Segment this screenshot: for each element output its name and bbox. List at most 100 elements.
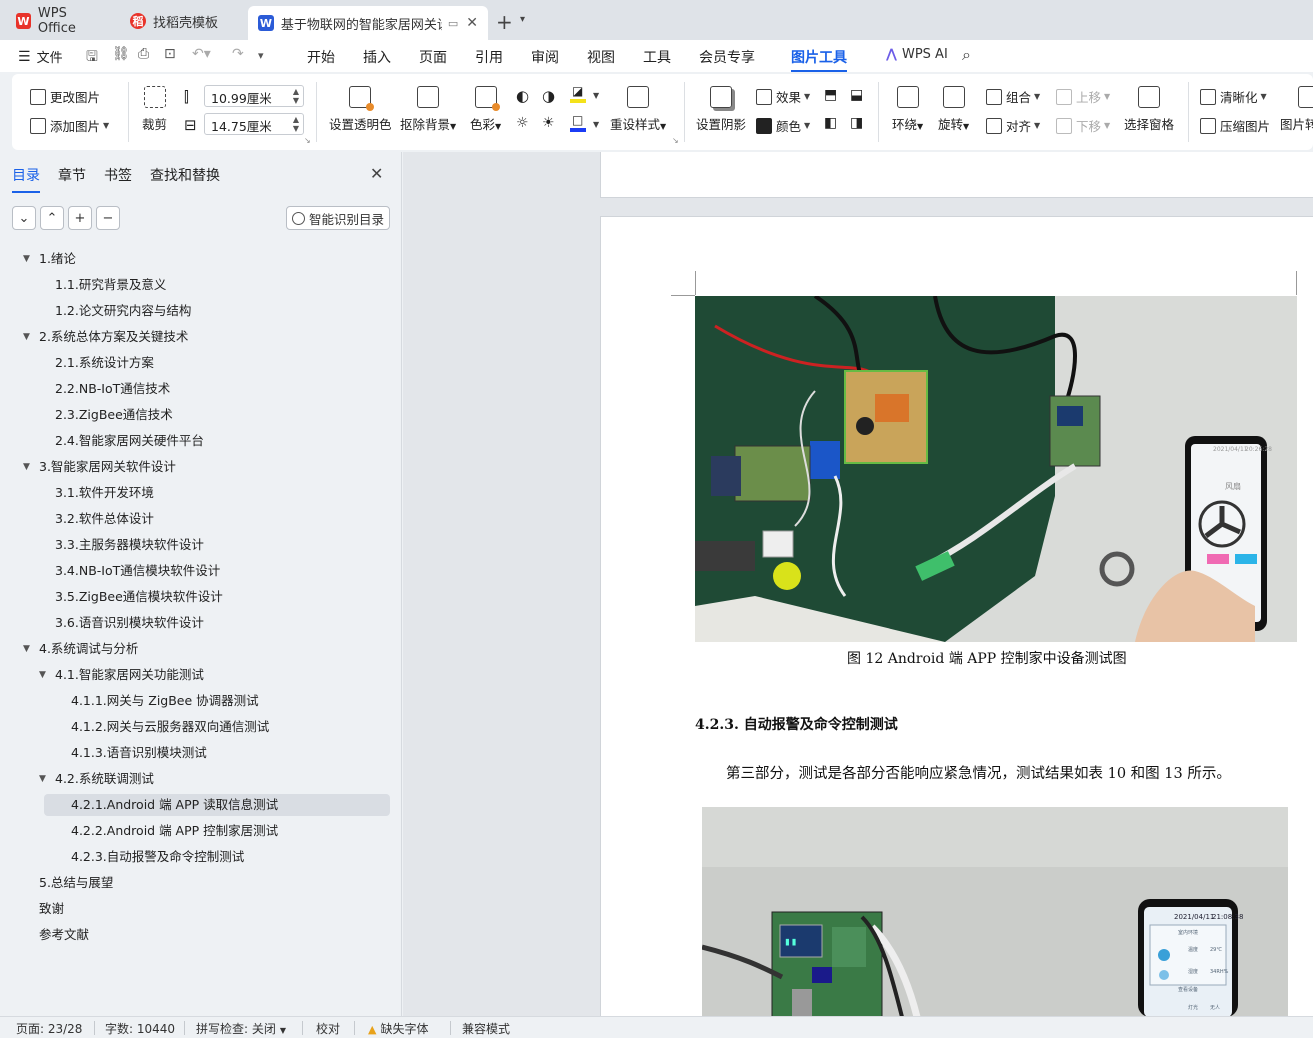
color-button[interactable]: 颜色 ▼ [756,116,810,135]
toc-item[interactable]: 4.1.2.网关与云服务器双向通信测试 [0,716,390,738]
expand-triangle-icon[interactable]: ▼ [23,638,30,660]
proofread-button[interactable]: 校对 [316,1020,340,1037]
toc-item[interactable]: 2.2.NB-IoT通信技术 [0,378,390,400]
brightness-decrease-icon[interactable]: ☀ [542,115,555,131]
search-icon[interactable]: ⌕ [962,45,971,65]
expand-dialog-icon[interactable]: ↘ [672,136,679,145]
selection-pane-button[interactable]: 选择窗格 [1124,86,1174,133]
new-tab-plus-icon[interactable]: + [496,10,513,34]
toc-item[interactable]: 2.3.ZigBee通信技术 [0,404,390,426]
figure-13-photo[interactable]: ▮▮ 2021/04/11 21:08:38 室内环境 温度 29℃ 湿度 34… [702,807,1288,1016]
toc-item[interactable]: ▼ 4.2.系统联调测试 [0,768,390,790]
toc-item[interactable]: 3.4.NB-IoT通信模块软件设计 [0,560,390,582]
monitor-icon[interactable]: ▭ [448,17,458,30]
toc-item[interactable]: 4.2.2.Android 端 APP 控制家居测试 [0,820,390,842]
change-image-button[interactable]: 更改图片 [30,87,100,106]
toc-item[interactable]: ▼ 1.绪论 [0,248,390,270]
toc-item[interactable]: 4.2.1.Android 端 APP 读取信息测试 [44,794,390,816]
figure-12-photo[interactable]: 2021/04/11 20:26:28 风扇 [695,296,1297,642]
toc-item[interactable]: 4.1.3.语音识别模块测试 [0,742,390,764]
menu-member[interactable]: 会员专享 [699,47,755,67]
contrast-increase-icon[interactable]: ◐ [516,87,529,105]
add-image-button[interactable]: 添加图片 ▼ [30,116,109,135]
page-indicator[interactable]: 页面: 23/28 [16,1020,82,1037]
group-button[interactable]: 组合 ▼ [986,87,1040,106]
contrast-decrease-icon[interactable]: ◑ [542,87,555,105]
toc-item[interactable]: ▼ 2.系统总体方案及关键技术 [0,326,390,348]
menu-home[interactable]: 开始 [307,47,335,67]
toc-item[interactable]: ▼ 4.系统调试与分析 [0,638,390,660]
missing-font-button[interactable]: ▲ 缺失字体 [368,1020,428,1037]
tab-chapters[interactable]: 章节 [58,165,86,193]
tab-wps-office[interactable]: W WPS Office [6,6,114,36]
smart-toc-button[interactable]: 智能识别目录 [286,206,390,230]
tab-bookmarks[interactable]: 书签 [104,165,132,193]
brightness-increase-icon[interactable]: ☼ [516,115,529,131]
toc-item[interactable]: 2.4.智能家居网关硬件平台 [0,430,390,452]
shadow-down-icon[interactable]: ⬓ [850,87,863,103]
spinner-arrows-icon[interactable]: ▲ ▼ [293,87,299,105]
document-page[interactable]: 2021/04/11 20:26:28 风扇 图 12 Android 端 AP… [600,216,1313,1016]
bring-forward-button[interactable]: 上移 ▼ [1056,87,1110,106]
width-input[interactable]: 10.99厘米 ▲ ▼ [204,85,304,107]
menu-review[interactable]: 审阅 [531,47,559,67]
compress-image-button[interactable]: 压缩图片 [1200,116,1270,135]
rotate-button[interactable]: 旋转▼ [938,86,969,133]
expand-triangle-icon[interactable]: ▼ [39,768,46,790]
expand-triangle-icon[interactable]: ▼ [23,248,30,270]
align-button[interactable]: 对齐 ▼ [986,116,1040,135]
menu-references[interactable]: 引用 [475,47,503,67]
expand-triangle-icon[interactable]: ▼ [23,456,30,478]
effect-button[interactable]: 效果 ▼ [756,87,810,106]
chevron-down-icon[interactable]: ▾ [520,14,525,25]
expand-dialog-icon[interactable]: ↘ [304,136,311,145]
crop-button[interactable]: 裁剪 [142,86,167,133]
toc-item[interactable]: 1.1.研究背景及意义 [0,274,390,296]
wps-ai-button[interactable]: ⋀ WPS AI [886,47,948,62]
save-icon[interactable]: 🖫 [86,46,98,70]
set-transparent-button[interactable]: 设置透明色 [329,86,392,133]
file-menu[interactable]: ☰ 文件 [18,47,63,67]
tab-find-replace[interactable]: 查找和替换 [150,165,220,193]
set-shadow-button[interactable]: 设置阴影 [696,86,746,133]
fill-color-button[interactable]: ◪ ▼ [570,84,599,103]
toc-item[interactable]: 2.1.系统设计方案 [0,352,390,374]
reset-style-button[interactable]: 重设样式▼ [610,86,666,133]
menu-insert[interactable]: 插入 [363,47,391,67]
wrap-button[interactable]: 环绕▼ [892,86,923,133]
close-pane-icon[interactable]: ✕ [370,164,383,183]
shadow-up-icon[interactable]: ⬒ [824,87,837,103]
toc-item[interactable]: 4.2.3.自动报警及命令控制测试 [0,846,390,868]
shadow-right-icon[interactable]: ◨ [850,115,863,131]
menu-tools[interactable]: 工具 [643,47,671,67]
color-tone-button[interactable]: 色彩▼ [470,86,501,133]
image-convert-button[interactable]: 图片转 [1280,86,1313,133]
remove-background-button[interactable]: 抠除背景▼ [400,86,456,133]
border-color-button[interactable]: □ ▼ [570,113,599,132]
toc-item[interactable]: 3.5.ZigBee通信模块软件设计 [0,586,390,608]
expand-down-button[interactable]: ⌄ [12,206,36,230]
toc-item[interactable]: 3.1.软件开发环境 [0,482,390,504]
expand-triangle-icon[interactable]: ▼ [39,664,46,686]
add-heading-button[interactable]: + [68,206,92,230]
toc-item[interactable]: 参考文献 [0,924,390,946]
toc-item[interactable]: 3.6.语音识别模块软件设计 [0,612,390,634]
toc-item[interactable]: ▼ 4.1.智能家居网关功能测试 [0,664,390,686]
shadow-left-icon[interactable]: ◧ [824,115,837,131]
toc-item[interactable]: 4.1.1.网关与 ZigBee 协调器测试 [0,690,390,712]
menu-picture-tools[interactable]: 图片工具 [791,47,847,72]
toc-item[interactable]: 1.2.论文研究内容与结构 [0,300,390,322]
document-canvas[interactable]: 2021/04/11 20:26:28 风扇 图 12 Android 端 AP… [403,152,1313,1016]
close-icon[interactable]: ✕ [466,15,478,31]
send-backward-button[interactable]: 下移 ▼ [1056,116,1110,135]
menu-view[interactable]: 视图 [587,47,615,67]
tab-toc[interactable]: 目录 [12,165,40,193]
print-preview-icon[interactable]: ⊡ [164,46,176,62]
word-count[interactable]: 字数: 10440 [105,1020,175,1037]
height-input[interactable]: 14.75厘米 ▲ ▼ [204,113,304,135]
chevron-down-icon[interactable]: ▾ [258,49,264,62]
toc-item[interactable]: 3.3.主服务器模块软件设计 [0,534,390,556]
redo-icon[interactable]: ↷ [232,46,244,62]
spinner-arrows-icon[interactable]: ▲ ▼ [293,115,299,133]
spell-check-toggle[interactable]: 拼写检查: 关闭 ▼ [196,1020,286,1037]
